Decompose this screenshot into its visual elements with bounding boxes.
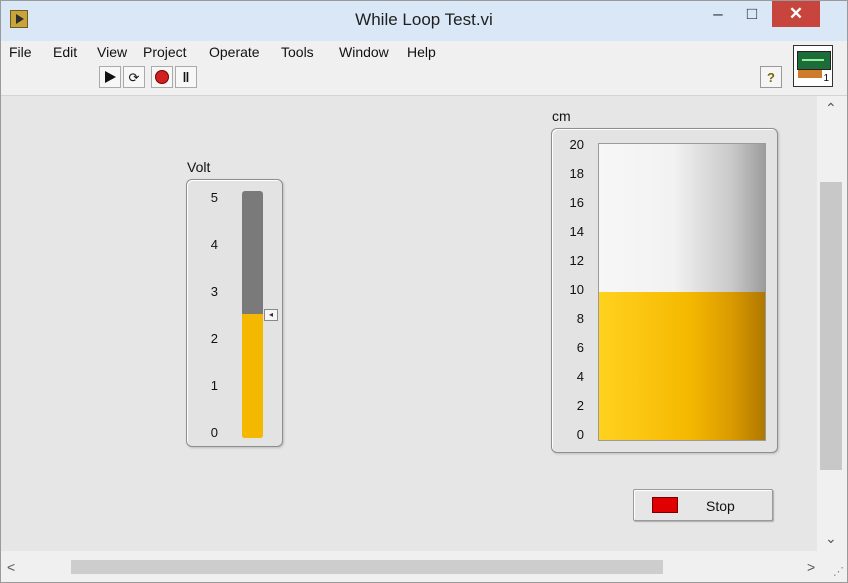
stop-button-label: Stop <box>706 498 735 514</box>
menu-project[interactable]: Project <box>143 44 187 60</box>
volt-tick-2: 2 <box>210 331 218 346</box>
scroll-left-icon[interactable]: < <box>7 559 15 575</box>
volt-tick-1: 1 <box>210 378 218 393</box>
vi-window: While Loop Test.vi – □ ✕ File Edit View … <box>0 0 848 583</box>
volt-tick-4: 4 <box>210 237 218 252</box>
menu-window[interactable]: Window <box>339 44 389 60</box>
volt-tank <box>242 191 263 438</box>
cm-tick-6: 6 <box>576 340 584 355</box>
cm-tank <box>598 143 766 441</box>
cm-tick-20: 20 <box>569 137 584 152</box>
cm-fill-level <box>599 292 765 440</box>
vertical-scrollbar[interactable]: ⌃ ⌄ <box>817 96 847 551</box>
menu-bar: File Edit View Project Operate Tools Win… <box>1 41 847 63</box>
horizontal-scrollbar[interactable]: < > <box>1 551 847 582</box>
vertical-scroll-thumb[interactable] <box>820 182 842 470</box>
cm-tick-2: 2 <box>576 398 584 413</box>
volt-tick-3: 3 <box>210 284 218 299</box>
title-bar[interactable]: While Loop Test.vi – □ ✕ <box>1 1 847 41</box>
scroll-up-icon[interactable]: ⌃ <box>825 100 837 117</box>
stop-led-icon <box>652 497 678 513</box>
vi-icon-bar <box>798 70 822 78</box>
minimize-button[interactable]: – <box>701 1 735 27</box>
menu-operate[interactable]: Operate <box>209 44 260 60</box>
cm-tick-16: 16 <box>569 195 584 210</box>
help-icon[interactable]: ? <box>760 66 782 88</box>
scroll-right-icon[interactable]: > <box>807 559 815 575</box>
resize-grip-icon[interactable]: ⋰ <box>833 565 844 578</box>
cm-tick-14: 14 <box>569 224 584 239</box>
cm-tick-12: 12 <box>569 253 584 268</box>
horizontal-scroll-thumb[interactable] <box>71 560 663 574</box>
menu-view[interactable]: View <box>97 44 127 60</box>
cm-tick-0: 0 <box>576 427 584 442</box>
volt-tick-0: 0 <box>210 425 218 440</box>
run-continuously-icon[interactable]: ⟳ <box>123 66 145 88</box>
cm-tick-4: 4 <box>576 369 584 384</box>
vi-connector-icon[interactable]: 1 <box>793 45 833 87</box>
stop-button[interactable]: Stop <box>633 489 773 521</box>
cm-tick-18: 18 <box>569 166 584 181</box>
volt-label: Volt <box>187 159 211 175</box>
volt-indicator-frame: 5 4 3 2 1 0 ◂ <box>186 179 283 447</box>
cm-label: cm <box>552 108 571 124</box>
scroll-down-icon[interactable]: ⌄ <box>825 530 837 547</box>
volt-fill-level <box>242 314 263 438</box>
menu-tools[interactable]: Tools <box>281 44 314 60</box>
maximize-button[interactable]: □ <box>735 1 769 27</box>
menu-help[interactable]: Help <box>407 44 436 60</box>
close-button[interactable]: ✕ <box>772 1 820 27</box>
volt-value-marker-icon[interactable]: ◂ <box>264 309 278 321</box>
cm-tick-10: 10 <box>569 282 584 297</box>
menu-file[interactable]: File <box>9 44 32 60</box>
toolbar: ⟳ ? <box>1 63 847 96</box>
abort-icon[interactable] <box>151 66 173 88</box>
run-icon[interactable] <box>99 66 121 88</box>
pause-icon[interactable] <box>175 66 197 88</box>
cm-indicator-frame: 20 18 16 14 12 10 8 6 4 2 0 <box>551 128 778 453</box>
menu-edit[interactable]: Edit <box>53 44 77 60</box>
vi-icon-screen <box>797 51 831 70</box>
vi-icon-number: 1 <box>823 73 829 84</box>
cm-tick-8: 8 <box>576 311 584 326</box>
volt-tick-5: 5 <box>210 190 218 205</box>
